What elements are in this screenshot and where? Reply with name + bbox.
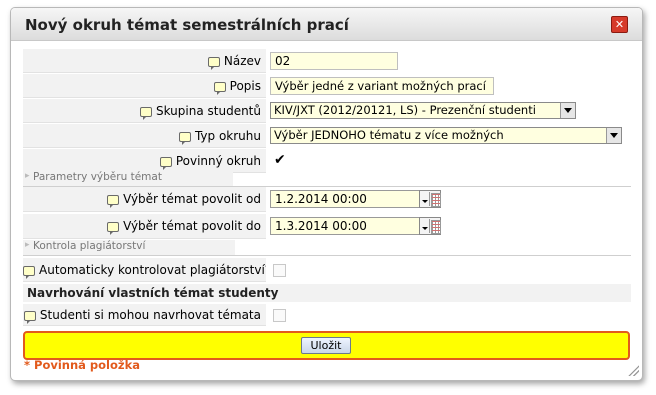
calendar-icon[interactable] xyxy=(419,190,441,208)
label-skupina: Skupina studentů xyxy=(155,104,261,118)
skupina-select[interactable]: KIV/JXT (2012/20121, LS) - Prezenční stu… xyxy=(270,102,576,119)
row-popis: Popis Výběr jedné z variant možných prac… xyxy=(23,74,631,98)
help-icon[interactable] xyxy=(178,131,191,145)
dialog-title: Nový okruh témat semestrálních prací xyxy=(25,16,349,34)
help-icon[interactable] xyxy=(23,310,36,324)
help-icon[interactable] xyxy=(159,156,172,170)
label-nazev: Název xyxy=(223,54,261,68)
label-popis: Popis xyxy=(229,79,261,93)
section-kontrola: Kontrola plagiátorství xyxy=(23,240,631,256)
label-navrh: Studenti si mohou navrhovat témata xyxy=(39,308,261,322)
resize-grip-icon[interactable] xyxy=(627,364,639,376)
row-skupina: Skupina studentů KIV/JXT (2012/20121, LS… xyxy=(23,99,631,123)
plagiat-checkbox[interactable] xyxy=(273,264,286,277)
povinny-checkbox[interactable]: ✔ xyxy=(274,153,286,167)
dialog: Nový okruh témat semestrálních prací ✕ N… xyxy=(10,7,643,381)
label-povinny: Povinný okruh xyxy=(175,154,261,168)
label-plagiat: Automaticky kontrolovat plagiátorství? xyxy=(39,263,266,277)
save-bar: Uložit xyxy=(23,331,630,360)
section-parametry-label: Parametry výběru témat xyxy=(23,171,233,186)
help-icon[interactable] xyxy=(23,265,35,279)
typ-select-value: Výběr JEDNOHO tématu z více možných xyxy=(274,128,504,142)
popis-input[interactable]: Výběr jedné z variant možných prací xyxy=(270,77,494,95)
help-icon[interactable] xyxy=(207,56,220,70)
chevron-down-icon[interactable] xyxy=(606,128,621,143)
row-nazev: Název 02 xyxy=(23,49,631,73)
label-vyber-do: Výběr témat povolit do xyxy=(123,219,261,233)
row-typ: Typ okruhu Výběr JEDNOHO tématu z více m… xyxy=(23,124,631,148)
required-note: * Povinná položka xyxy=(24,358,140,372)
help-icon[interactable] xyxy=(213,81,226,95)
dialog-titlebar[interactable]: Nový okruh témat semestrálních prací ✕ xyxy=(11,8,642,41)
chevron-down-icon[interactable] xyxy=(560,103,575,118)
row-navrh: Studenti si mohou navrhovat témata xyxy=(23,304,631,326)
row-povinny: Povinný okruh ✔ xyxy=(23,149,631,173)
vyber-do-input[interactable]: 1.3.2014 00:00 xyxy=(270,217,420,235)
typ-select[interactable]: Výběr JEDNOHO tématu z více možných xyxy=(270,127,622,144)
section-kontrola-label: Kontrola plagiátorství xyxy=(23,240,235,255)
skupina-select-value: KIV/JXT (2012/20121, LS) - Prezenční stu… xyxy=(274,103,536,117)
section-navrhovani: Navrhování vlastních témat studenty xyxy=(23,284,631,302)
navrh-checkbox[interactable] xyxy=(273,309,286,322)
row-vyber-do: Výběr témat povolit do 1.3.2014 00:00 xyxy=(23,214,631,239)
calendar-icon[interactable] xyxy=(419,217,441,235)
help-icon[interactable] xyxy=(107,221,120,235)
help-icon[interactable] xyxy=(107,194,120,208)
save-button[interactable]: Uložit xyxy=(301,337,351,354)
help-icon[interactable] xyxy=(139,106,152,120)
close-icon[interactable]: ✕ xyxy=(611,16,628,33)
row-plagiat: Automaticky kontrolovat plagiátorství? xyxy=(23,258,631,282)
row-vyber-od: Výběr témat povolit od 1.2.2014 00:00 xyxy=(23,187,631,212)
label-vyber-od: Výběr témat povolit od xyxy=(123,192,261,206)
nazev-input[interactable]: 02 xyxy=(270,52,398,70)
vyber-od-input[interactable]: 1.2.2014 00:00 xyxy=(270,190,420,208)
label-typ: Typ okruhu xyxy=(194,129,261,143)
section-parametry: Parametry výběru témat xyxy=(23,171,631,187)
